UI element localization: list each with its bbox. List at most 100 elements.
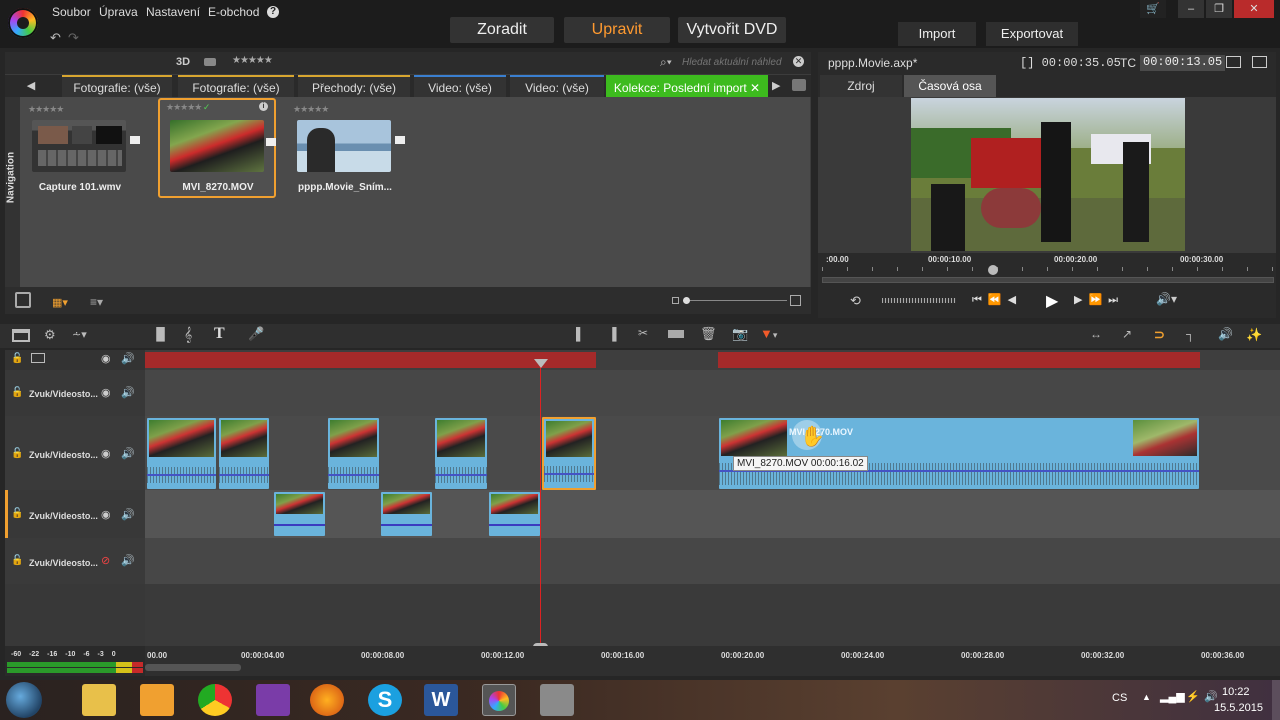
tab-photos-1[interactable]: Fotografie: (vše) [62,75,172,97]
minimize-button[interactable]: – [1178,0,1204,18]
visual-studio-icon[interactable] [256,684,290,716]
tab-collection-last-import[interactable]: Kolekce: Poslední import ✕ [606,75,768,97]
timeline-playhead[interactable] [540,360,541,650]
rating-filter-icon[interactable]: ★★★★★ [232,55,273,66]
tab-video-2[interactable]: Video: (vše) [510,75,604,97]
track-header-1[interactable]: 🔓 Zvuk/Videosto... ◉ 🔊 [5,370,145,416]
shuttle-jog[interactable] [882,298,956,303]
thumbnail-size-slider[interactable] [683,300,787,301]
speaker-icon[interactable]: 🔊 [121,447,135,460]
step-forward-icon[interactable]: ▶ [1074,294,1088,306]
rating-stars[interactable]: ★★★★★ [28,104,64,115]
search-icon[interactable]: ⌕▾ [660,55,672,70]
close-button[interactable]: ✕ [1234,0,1274,18]
cart-icon[interactable]: 🛒 [1140,0,1166,18]
chrome-icon[interactable] [198,684,232,716]
track-lane-1[interactable] [145,370,1280,416]
rating-stars[interactable]: ★★★★★ [293,104,329,115]
track-header-3[interactable]: 🔓 Zvuk/Videosto... ◉ 🔊 [5,490,145,538]
library-item-mvi-8270[interactable]: ★★★★★ ✓ i MVI_8270.MOV [158,98,276,198]
speaker-icon[interactable]: 🔊 [121,386,135,399]
tab-photos-2[interactable]: Fotografie: (vše) [178,75,294,97]
clock-time[interactable]: 10:22 [1222,686,1250,698]
play-icon[interactable]: ▶ [1046,291,1058,311]
track-lane-4[interactable] [145,538,1280,584]
tag-icon[interactable] [204,58,216,66]
speaker-icon[interactable]: 🔊 [121,554,135,567]
clear-search-icon[interactable]: ✕ [793,56,804,67]
restore-button[interactable]: ❐ [1206,0,1232,18]
player-playhead-thumb[interactable] [988,265,998,275]
title-editor-icon[interactable]: T [214,325,225,343]
project-range-bar[interactable] [718,352,1200,368]
timeline-clip[interactable] [147,418,216,489]
speaker-icon[interactable]: 🔊 [121,352,135,365]
speaker-icon[interactable]: 🔊 [121,508,135,521]
mode-organize-button[interactable]: Zoradit [450,17,554,43]
smart-movie-icon[interactable]: ✨ [1246,327,1262,343]
timeline-scrollbar[interactable] [145,664,241,671]
ripple-icon[interactable]: ↔ [1090,327,1102,341]
slider-thumb[interactable] [683,297,690,304]
audio-mixer-icon[interactable]: ▐▌ [152,327,169,341]
lock-icon[interactable]: 🔓 [11,448,23,459]
tab-menu-icon[interactable] [792,79,806,91]
export-button[interactable]: Exportovat [986,22,1078,46]
eye-icon[interactable]: ◉ [101,447,111,460]
menu-nastaveni[interactable]: Nastavení [146,5,200,19]
rating-stars[interactable]: ★★★★★ ✓ [166,102,210,113]
track-header-4[interactable]: 🔓 Zvuk/Videosto... ⊘ 🔊 [5,538,145,584]
library-item-capture[interactable]: ★★★★★ Capture 101.wmv [22,104,140,194]
voiceover-icon[interactable]: 🎤 [248,326,264,342]
eye-icon[interactable]: ◉ [101,508,111,521]
snapshot-icon[interactable]: 📷 [732,326,748,342]
next-edit-icon[interactable]: ⏩ [1088,294,1108,306]
player-scrubber[interactable] [822,277,1274,283]
step-back-icon[interactable]: ◀ [1008,294,1022,306]
eye-hidden-icon[interactable]: ⊘ [101,554,110,567]
search-input[interactable] [682,55,788,69]
chapter-icon[interactable] [31,353,45,363]
timeline-empty-area[interactable] [145,584,1280,646]
timecode-field[interactable]: 00:00:13.05 [1140,55,1226,71]
library-view-icon[interactable] [15,292,31,308]
tab-source[interactable]: Zdroj [820,75,902,97]
tab-transitions[interactable]: Přechody: (vše) [298,75,410,97]
lock-icon[interactable]: 🔓 [11,555,23,566]
undo-icon[interactable]: ↶ [50,30,61,46]
playhead-marker[interactable] [534,359,548,368]
mode-3d-toggle[interactable]: 3D [176,56,190,68]
tab-video-1[interactable]: Video: (vše) [414,75,506,97]
menu-eobchod[interactable]: E-obchod [208,5,259,19]
insert-mode-icon[interactable]: ↗ [1122,327,1132,341]
timeline-clip[interactable] [381,492,432,536]
firefox-icon[interactable] [310,684,344,716]
split-icon[interactable] [668,330,684,338]
language-indicator[interactable]: CS [1112,692,1127,704]
show-desktop-button[interactable] [1272,680,1280,720]
app-logo-icon[interactable] [8,8,38,38]
word-icon[interactable]: W [424,684,458,716]
project-range-bar[interactable] [145,352,596,368]
timeline-clip[interactable] [328,418,379,489]
start-button-icon[interactable] [6,682,42,718]
timeline-clip[interactable] [219,418,269,489]
help-icon[interactable]: ? [267,6,279,18]
timeline-ruler[interactable]: 00.00 00:00:04.00 00:00:08.00 00:00:12.0… [145,646,1280,676]
library-item-movie-snapshot[interactable]: ★★★★★ pppp.Movie_Sním... [287,104,405,194]
lock-icon[interactable]: 🔓 [11,353,23,364]
marker-out-icon[interactable]: ▐ [608,327,617,341]
grid-view-icon[interactable]: ▦▾ [52,296,68,309]
timeline-clip[interactable] [274,492,325,536]
go-to-end-icon[interactable]: ⏭ [1108,294,1124,306]
mode-create-dvd-button[interactable]: Vytvořit DVD [678,17,786,43]
go-to-start-icon[interactable]: ⏮ [972,294,988,306]
eye-icon[interactable]: ◉ [101,352,111,365]
lock-icon[interactable]: 🔓 [11,387,23,398]
prev-edit-icon[interactable]: ⏪ [988,294,1008,306]
track-header-2[interactable]: 🔓 Zvuk/Videosto... ◉ 🔊 [5,416,145,490]
remote-desktop-icon[interactable] [540,684,574,716]
mode-edit-button[interactable]: Upravit [564,17,670,43]
info-icon[interactable]: i [259,102,268,111]
marker-in-icon[interactable]: ▌ [576,327,585,341]
